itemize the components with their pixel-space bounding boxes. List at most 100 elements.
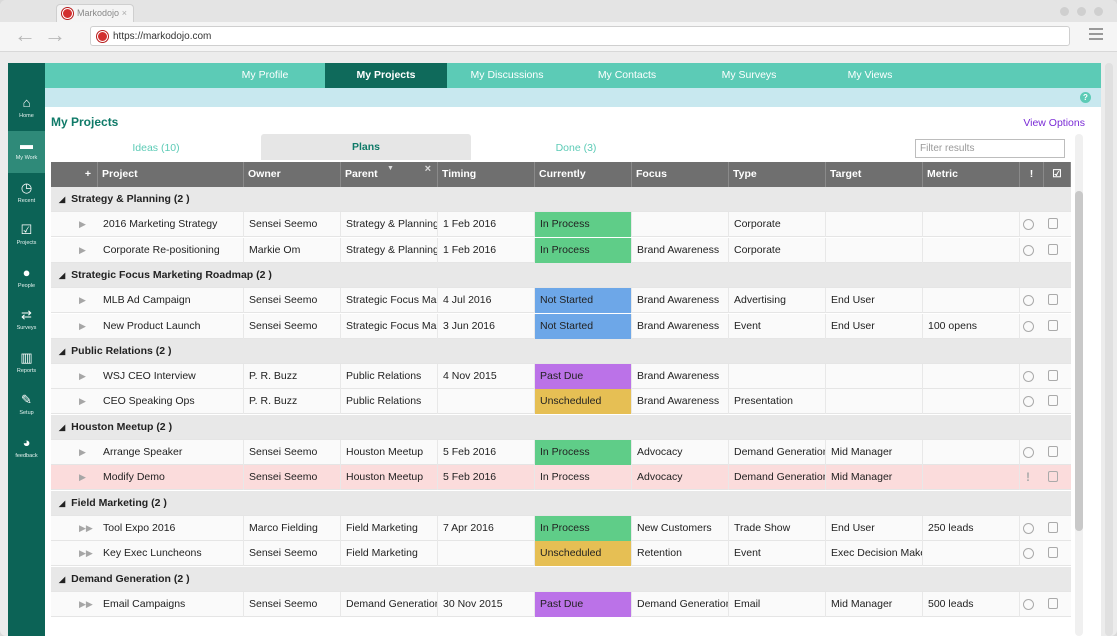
collapse-triangle-icon[interactable]: ◢ xyxy=(59,271,65,280)
table-row[interactable]: ▶ 2016 Marketing Strategy Sensei Seemo Stra… xyxy=(51,212,1071,238)
table-row[interactable]: ▶ CEO Speaking Ops P. R. Buzz Public Relati… xyxy=(51,389,1071,415)
grid-scroll-thumb[interactable] xyxy=(1075,191,1083,531)
topnav-my-surveys[interactable]: My Surveys xyxy=(687,63,811,88)
status-circle-icon[interactable] xyxy=(1023,295,1034,307)
leftnav-item-projects[interactable]: ☑ Projects xyxy=(8,216,45,258)
row-checkbox[interactable] xyxy=(1048,446,1058,457)
play-icon[interactable]: ▶ xyxy=(79,314,86,339)
play-icon[interactable]: ▶ xyxy=(79,238,86,263)
column-header-parent[interactable]: Parent ▼ × xyxy=(341,162,438,187)
play-icon[interactable]: ▶ xyxy=(79,288,86,313)
forward-arrow-icon[interactable]: → xyxy=(44,24,66,46)
leftnav-item-setup[interactable]: ✎ Setup xyxy=(8,386,45,428)
column-header-type[interactable]: Type xyxy=(729,162,826,187)
topnav-my-projects[interactable]: My Projects xyxy=(325,63,447,88)
group-row[interactable]: ◢ Demand Generation (2 ) xyxy=(51,566,1071,592)
leftnav-item-recent[interactable]: ◷ Recent xyxy=(8,174,45,216)
table-row[interactable]: ▶ WSJ CEO Interview P. R. Buzz Public Relat… xyxy=(51,364,1071,390)
status-circle-icon[interactable] xyxy=(1023,320,1034,332)
leftnav-item-reports[interactable]: ▥ Reports xyxy=(8,344,45,386)
subtab-plans[interactable]: Plans xyxy=(261,134,471,160)
row-checkbox[interactable] xyxy=(1048,319,1058,331)
status-circle-icon[interactable] xyxy=(1023,371,1034,383)
group-row[interactable]: ◢ Strategic Focus Marketing Roadmap (2 ) xyxy=(51,262,1071,288)
double-play-icon[interactable]: ▶▶ xyxy=(79,592,93,617)
table-row[interactable]: ▶▶ Email Campaigns Sensei Seemo Demand Gene… xyxy=(51,591,1071,617)
double-play-icon[interactable]: ▶▶ xyxy=(79,541,93,566)
row-checkbox[interactable] xyxy=(1048,395,1058,407)
collapse-triangle-icon[interactable]: ◢ xyxy=(59,499,65,508)
column-header-project[interactable]: Project xyxy=(98,162,244,187)
clear-filter-icon[interactable]: × xyxy=(425,162,431,182)
column-header-currently[interactable]: Currently xyxy=(535,162,632,187)
select-all-checkbox-icon[interactable]: ☑ xyxy=(1044,162,1071,187)
play-icon[interactable]: ▶ xyxy=(79,212,86,237)
status-circle-icon[interactable] xyxy=(1023,219,1034,231)
row-checkbox[interactable] xyxy=(1048,547,1058,559)
double-play-icon[interactable]: ▶▶ xyxy=(79,516,93,541)
window-dot-icon[interactable] xyxy=(1077,7,1086,16)
group-row[interactable]: ◢ Houston Meetup (2 ) xyxy=(51,414,1071,440)
collapse-triangle-icon[interactable]: ◢ xyxy=(59,423,65,432)
status-circle-icon[interactable] xyxy=(1023,447,1034,458)
collapse-triangle-icon[interactable]: ◢ xyxy=(59,575,65,584)
group-row[interactable]: ◢ Field Marketing (2 ) xyxy=(51,490,1071,516)
group-row[interactable]: ◢ Strategy & Planning (2 ) xyxy=(51,187,1071,212)
row-checkbox[interactable] xyxy=(1048,243,1058,255)
column-header-timing[interactable]: Timing xyxy=(438,162,535,187)
column-header-owner[interactable]: Owner xyxy=(244,162,341,187)
table-row[interactable]: ▶ MLB Ad Campaign Sensei Seemo Strategic Fo… xyxy=(51,288,1071,314)
leftnav-item-feedback[interactable]: ◕ feedback xyxy=(8,429,45,471)
table-row[interactable]: ▶▶ Tool Expo 2016 Marco Fielding Field Mark… xyxy=(51,515,1071,541)
play-icon[interactable]: ▶ xyxy=(79,465,86,490)
alert-flag-icon[interactable]: ! xyxy=(1026,465,1030,490)
browser-menu-icon[interactable] xyxy=(1089,28,1103,40)
subtab-ideas[interactable]: Ideas (10) xyxy=(51,134,261,160)
column-header-metric[interactable]: Metric xyxy=(923,162,1020,187)
row-checkbox[interactable] xyxy=(1048,294,1058,306)
row-checkbox[interactable] xyxy=(1048,370,1058,382)
row-checkbox[interactable] xyxy=(1048,218,1058,230)
status-circle-icon[interactable] xyxy=(1023,396,1034,408)
window-dot-icon[interactable] xyxy=(1060,7,1069,16)
window-dot-icon[interactable] xyxy=(1094,7,1103,16)
status-circle-icon[interactable] xyxy=(1023,548,1034,560)
browser-tab[interactable]: Markodojo × xyxy=(56,4,134,22)
leftnav-item-surveys[interactable]: ⇄ Surveys xyxy=(8,301,45,343)
address-bar[interactable]: https://markodojo.com xyxy=(90,26,1070,46)
add-project-button[interactable]: + xyxy=(51,162,98,187)
topnav-my-views[interactable]: My Views xyxy=(811,63,929,88)
collapse-triangle-icon[interactable]: ◢ xyxy=(59,195,65,204)
help-icon[interactable]: ? xyxy=(1080,92,1091,103)
status-circle-icon[interactable] xyxy=(1023,522,1034,534)
status-circle-icon[interactable] xyxy=(1023,244,1034,256)
topnav-my-contacts[interactable]: My Contacts xyxy=(567,63,687,88)
alert-column-icon[interactable]: ! xyxy=(1020,162,1044,187)
table-row[interactable]: ▶ Modify Demo Sensei Seemo Houston Meetup 5 … xyxy=(51,465,1071,491)
group-row[interactable]: ◢ Public Relations (2 ) xyxy=(51,338,1071,364)
topnav-my-discussions[interactable]: My Discussions xyxy=(447,63,567,88)
table-row[interactable]: ▶ Arrange Speaker Sensei Seemo Houston Meet… xyxy=(51,440,1071,465)
play-icon[interactable]: ▶ xyxy=(79,364,86,389)
leftnav-item-my-work[interactable]: ▬ My Work xyxy=(8,131,45,173)
table-row[interactable]: ▶ Corporate Re-positioning Markie Om Strate… xyxy=(51,237,1071,263)
row-checkbox[interactable] xyxy=(1048,521,1058,533)
back-arrow-icon[interactable]: ← xyxy=(14,24,36,46)
leftnav-item-people[interactable]: ● People xyxy=(8,259,45,301)
tab-close-icon[interactable]: × xyxy=(122,8,127,18)
status-circle-icon[interactable] xyxy=(1023,598,1034,610)
view-options-link[interactable]: View Options xyxy=(1023,117,1085,129)
play-icon[interactable]: ▶ xyxy=(79,389,86,414)
row-checkbox[interactable] xyxy=(1048,471,1058,483)
row-checkbox[interactable] xyxy=(1048,597,1058,609)
collapse-triangle-icon[interactable]: ◢ xyxy=(59,347,65,356)
topnav-my-profile[interactable]: My Profile xyxy=(207,63,323,88)
column-header-target[interactable]: Target xyxy=(826,162,923,187)
leftnav-item-home[interactable]: ⌂ Home xyxy=(8,89,45,131)
subtab-done[interactable]: Done (3) xyxy=(471,134,681,160)
play-icon[interactable]: ▶ xyxy=(79,440,86,465)
filter-results-input[interactable] xyxy=(915,139,1065,158)
table-row[interactable]: ▶▶ Key Exec Luncheons Sensei Seemo Field Ma… xyxy=(51,541,1071,567)
column-header-focus[interactable]: Focus xyxy=(632,162,729,187)
table-row[interactable]: ▶ New Product Launch Sensei Seemo Strategic… xyxy=(51,313,1071,339)
